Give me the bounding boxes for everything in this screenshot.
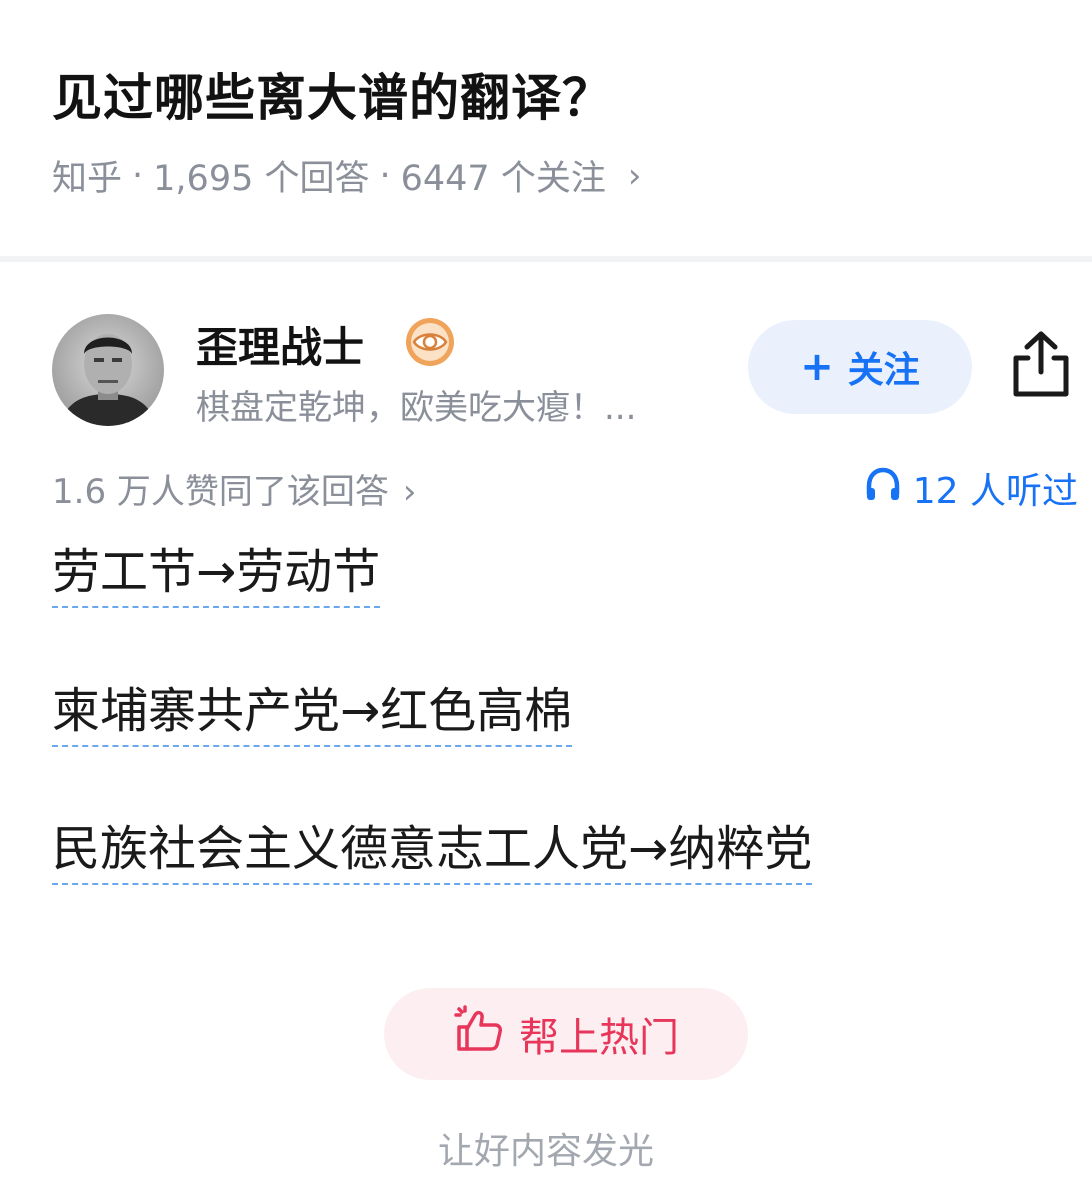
answer-line[interactable]: 劳工节→劳动节: [52, 544, 381, 609]
upvote-summary[interactable]: 1.6 万人赞同了该回答 ›: [52, 464, 417, 513]
upvote-count: 1.6 万人赞同了该回答: [52, 472, 389, 512]
section-divider: [0, 256, 1092, 262]
follow-button[interactable]: + 关注: [748, 320, 972, 414]
eye-badge-icon: [404, 316, 456, 368]
author-bio: 棋盘定乾坤，欧美吃大瘪！...: [196, 388, 637, 428]
question-header: 见过哪些离大谱的翻译？ 知乎 · 1,695 个回答 · 6447 个关注 ›: [0, 0, 1092, 256]
question-meta[interactable]: 知乎 · 1,695 个回答 · 6447 个关注 ›: [52, 150, 641, 201]
thumbs-up-sparkle-icon: [453, 1003, 505, 1065]
chevron-right-icon: ›: [402, 472, 417, 512]
answer-line[interactable]: 民族社会主义德意志工人党→纳粹党: [52, 821, 813, 886]
avatar[interactable]: [52, 314, 164, 426]
help-trending-hint: 让好内容发光: [437, 1131, 654, 1172]
stats-row: 1.6 万人赞同了该回答 › 12 人听过: [0, 458, 1092, 518]
plus-icon: +: [800, 344, 834, 390]
answer-line[interactable]: 柬埔寨共产党→红色高棉: [52, 683, 573, 748]
author-row: 歪理战士 棋盘定乾坤，欧美吃大瘪！... + 关注: [0, 300, 1092, 440]
meta-separator: ·: [132, 155, 144, 196]
help-trending-label: 帮上热门: [519, 1015, 679, 1061]
headphones-icon: [863, 464, 903, 513]
author-name[interactable]: 歪理战士: [196, 314, 364, 375]
listened-count[interactable]: 12 人听过: [863, 462, 1078, 514]
meta-separator: ·: [379, 155, 391, 196]
question-source: 知乎: [52, 159, 123, 199]
follower-count: 6447 个关注: [400, 159, 606, 199]
chevron-right-icon: ›: [627, 155, 642, 196]
answer-count: 1,695 个回答: [153, 159, 370, 199]
share-icon[interactable]: [1008, 328, 1074, 400]
help-trending-button[interactable]: 帮上热门: [384, 988, 748, 1080]
question-title[interactable]: 见过哪些离大谱的翻译？: [52, 58, 613, 130]
listened-label: 12 人听过: [912, 471, 1078, 512]
follow-label: 关注: [847, 350, 920, 391]
